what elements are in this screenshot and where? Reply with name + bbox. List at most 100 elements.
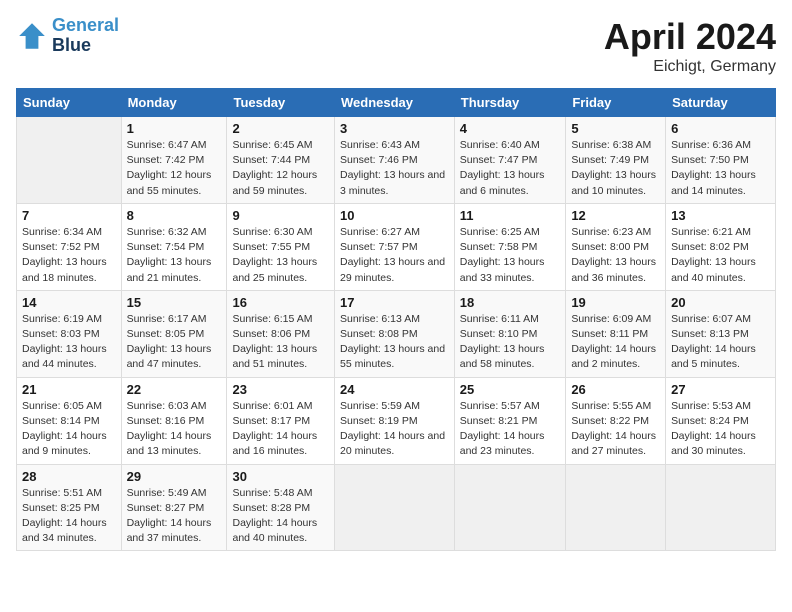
day-number: 6 (671, 121, 770, 136)
day-info: Sunrise: 6:36 AMSunset: 7:50 PMDaylight:… (671, 138, 770, 199)
col-header-thursday: Thursday (454, 89, 566, 117)
header-row: SundayMondayTuesdayWednesdayThursdayFrid… (17, 89, 776, 117)
logo: General Blue (16, 16, 119, 56)
day-info: Sunrise: 6:13 AMSunset: 8:08 PMDaylight:… (340, 312, 449, 373)
calendar-cell: 1 Sunrise: 6:47 AMSunset: 7:42 PMDaylight… (121, 117, 227, 204)
day-number: 5 (571, 121, 660, 136)
location-title: Eichigt, Germany (604, 58, 776, 76)
calendar-cell: 5Sunrise: 6:38 AMSunset: 7:49 PMDaylight… (566, 117, 666, 204)
week-row-3: 14 Sunrise: 6:19 AMSunset: 8:03 PMDayligh… (17, 290, 776, 377)
calendar-cell: 3Sunrise: 6:43 AMSunset: 7:46 PMDaylight… (334, 117, 454, 204)
calendar-cell: 23Sunrise: 6:01 AMSunset: 8:17 PMDayligh… (227, 377, 335, 464)
day-number: 2 (232, 121, 329, 136)
calendar-cell: 15Sunrise: 6:17 AMSunset: 8:05 PMDayligh… (121, 290, 227, 377)
day-number: 23 (232, 382, 329, 397)
calendar-cell: 19 Sunrise: 6:09 AMSunset: 8:11 PMDayligh… (566, 290, 666, 377)
day-info: Sunrise: 6:09 AMSunset: 8:11 PMDaylight:… (571, 312, 660, 373)
calendar-cell: 24Sunrise: 5:59 AMSunset: 8:19 PMDayligh… (334, 377, 454, 464)
calendar-cell: 30 Sunrise: 5:48 AMSunset: 8:28 PMDayligh… (227, 464, 335, 551)
day-info: Sunrise: 6:21 AMSunset: 8:02 PMDaylight:… (671, 225, 770, 286)
day-number: 20 (671, 295, 770, 310)
calendar-cell: 6 Sunrise: 6:36 AMSunset: 7:50 PMDaylight… (666, 117, 776, 204)
col-header-wednesday: Wednesday (334, 89, 454, 117)
calendar-cell: 28 Sunrise: 5:51 AMSunset: 8:25 PMDayligh… (17, 464, 122, 551)
calendar-cell: 4 Sunrise: 6:40 AMSunset: 7:47 PMDaylight… (454, 117, 566, 204)
week-row-2: 7 Sunrise: 6:34 AMSunset: 7:52 PMDaylight… (17, 203, 776, 290)
week-row-4: 21 Sunrise: 6:05 AMSunset: 8:14 PMDayligh… (17, 377, 776, 464)
day-number: 27 (671, 382, 770, 397)
calendar-cell (566, 464, 666, 551)
month-title: April 2024 (604, 16, 776, 58)
day-number: 10 (340, 208, 449, 223)
day-info: Sunrise: 6:19 AMSunset: 8:03 PMDaylight:… (22, 312, 116, 373)
calendar-cell: 25 Sunrise: 5:57 AMSunset: 8:21 PMDayligh… (454, 377, 566, 464)
day-number: 26 (571, 382, 660, 397)
calendar-cell: 10 Sunrise: 6:27 AMSunset: 7:57 PMDayligh… (334, 203, 454, 290)
day-info: Sunrise: 5:48 AMSunset: 8:28 PMDaylight:… (232, 486, 329, 547)
day-number: 8 (127, 208, 222, 223)
calendar-cell: 21 Sunrise: 6:05 AMSunset: 8:14 PMDayligh… (17, 377, 122, 464)
day-number: 18 (460, 295, 561, 310)
calendar-cell: 16 Sunrise: 6:15 AMSunset: 8:06 PMDayligh… (227, 290, 335, 377)
col-header-sunday: Sunday (17, 89, 122, 117)
calendar-cell: 2Sunrise: 6:45 AMSunset: 7:44 PMDaylight… (227, 117, 335, 204)
day-number: 4 (460, 121, 561, 136)
calendar-cell: 7 Sunrise: 6:34 AMSunset: 7:52 PMDaylight… (17, 203, 122, 290)
day-info: Sunrise: 6:15 AMSunset: 8:06 PMDaylight:… (232, 312, 329, 373)
col-header-monday: Monday (121, 89, 227, 117)
week-row-5: 28 Sunrise: 5:51 AMSunset: 8:25 PMDayligh… (17, 464, 776, 551)
day-info: Sunrise: 6:03 AMSunset: 8:16 PMDaylight:… (127, 399, 222, 460)
calendar-cell: 12 Sunrise: 6:23 AMSunset: 8:00 PMDayligh… (566, 203, 666, 290)
day-info: Sunrise: 6:43 AMSunset: 7:46 PMDaylight:… (340, 138, 449, 199)
week-row-1: 1 Sunrise: 6:47 AMSunset: 7:42 PMDaylight… (17, 117, 776, 204)
day-info: Sunrise: 6:47 AMSunset: 7:42 PMDaylight:… (127, 138, 222, 199)
day-info: Sunrise: 5:51 AMSunset: 8:25 PMDaylight:… (22, 486, 116, 547)
day-number: 19 (571, 295, 660, 310)
day-info: Sunrise: 6:23 AMSunset: 8:00 PMDaylight:… (571, 225, 660, 286)
day-info: Sunrise: 5:57 AMSunset: 8:21 PMDaylight:… (460, 399, 561, 460)
day-info: Sunrise: 6:05 AMSunset: 8:14 PMDaylight:… (22, 399, 116, 460)
day-info: Sunrise: 6:40 AMSunset: 7:47 PMDaylight:… (460, 138, 561, 199)
day-info: Sunrise: 6:34 AMSunset: 7:52 PMDaylight:… (22, 225, 116, 286)
calendar-cell: 11 Sunrise: 6:25 AMSunset: 7:58 PMDayligh… (454, 203, 566, 290)
day-number: 28 (22, 469, 116, 484)
calendar-table: SundayMondayTuesdayWednesdayThursdayFrid… (16, 88, 776, 551)
day-number: 29 (127, 469, 222, 484)
day-number: 25 (460, 382, 561, 397)
day-info: Sunrise: 6:27 AMSunset: 7:57 PMDaylight:… (340, 225, 449, 286)
day-info: Sunrise: 6:25 AMSunset: 7:58 PMDaylight:… (460, 225, 561, 286)
day-number: 9 (232, 208, 329, 223)
day-number: 16 (232, 295, 329, 310)
day-info: Sunrise: 6:07 AMSunset: 8:13 PMDaylight:… (671, 312, 770, 373)
calendar-cell: 22Sunrise: 6:03 AMSunset: 8:16 PMDayligh… (121, 377, 227, 464)
day-info: Sunrise: 5:49 AMSunset: 8:27 PMDaylight:… (127, 486, 222, 547)
day-number: 30 (232, 469, 329, 484)
calendar-cell: 14 Sunrise: 6:19 AMSunset: 8:03 PMDayligh… (17, 290, 122, 377)
logo-icon (16, 20, 48, 52)
day-info: Sunrise: 6:17 AMSunset: 8:05 PMDaylight:… (127, 312, 222, 373)
calendar-cell: 27 Sunrise: 5:53 AMSunset: 8:24 PMDayligh… (666, 377, 776, 464)
day-info: Sunrise: 5:53 AMSunset: 8:24 PMDaylight:… (671, 399, 770, 460)
calendar-cell: 29 Sunrise: 5:49 AMSunset: 8:27 PMDayligh… (121, 464, 227, 551)
day-info: Sunrise: 6:32 AMSunset: 7:54 PMDaylight:… (127, 225, 222, 286)
calendar-cell: 13Sunrise: 6:21 AMSunset: 8:02 PMDayligh… (666, 203, 776, 290)
day-number: 7 (22, 208, 116, 223)
col-header-tuesday: Tuesday (227, 89, 335, 117)
calendar-cell (17, 117, 122, 204)
col-header-saturday: Saturday (666, 89, 776, 117)
day-number: 24 (340, 382, 449, 397)
day-number: 14 (22, 295, 116, 310)
logo-text: General Blue (52, 16, 119, 56)
day-info: Sunrise: 6:11 AMSunset: 8:10 PMDaylight:… (460, 312, 561, 373)
calendar-cell: 26Sunrise: 5:55 AMSunset: 8:22 PMDayligh… (566, 377, 666, 464)
calendar-cell (334, 464, 454, 551)
day-number: 21 (22, 382, 116, 397)
day-number: 11 (460, 208, 561, 223)
title-area: April 2024 Eichigt, Germany (604, 16, 776, 76)
calendar-cell: 9Sunrise: 6:30 AMSunset: 7:55 PMDaylight… (227, 203, 335, 290)
day-number: 1 (127, 121, 222, 136)
calendar-cell: 8 Sunrise: 6:32 AMSunset: 7:54 PMDaylight… (121, 203, 227, 290)
calendar-cell (666, 464, 776, 551)
calendar-cell (454, 464, 566, 551)
day-number: 12 (571, 208, 660, 223)
